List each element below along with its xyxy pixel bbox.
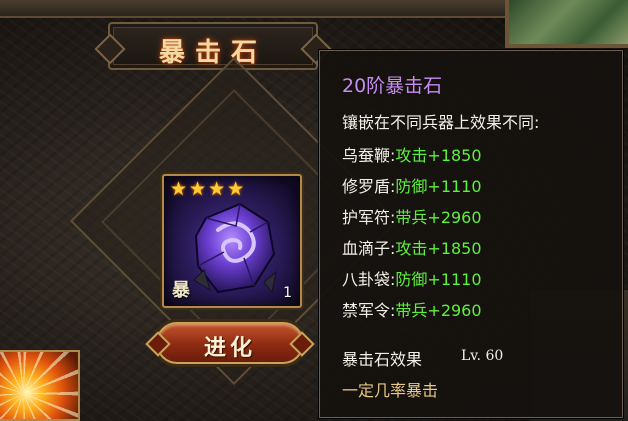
effect-row: 护军符:带兵+2960 (342, 204, 482, 227)
effect-weapon: 八卦袋 (342, 270, 391, 289)
stone-effect-label: 暴击石效果 (342, 350, 423, 369)
minimap-corner[interactable] (505, 0, 628, 48)
tooltip-title: 20阶暴击石 (342, 75, 443, 97)
effect-row: 血滴子:攻击+1850 (342, 235, 482, 258)
flame-burst-skill-icon[interactable] (0, 350, 80, 421)
effect-row: 乌蚕鞭:攻击+1850 (342, 142, 482, 165)
effect-stat: 攻击+1850 (395, 239, 482, 258)
panel-title-plaque: 暴击石 (108, 22, 318, 70)
evolve-button-label: 进化 (203, 335, 256, 361)
effect-weapon: 护军符 (342, 208, 391, 227)
effect-weapon: 血滴子 (342, 239, 391, 258)
effect-stat: 攻击+1850 (395, 146, 482, 165)
evolve-button[interactable]: 进化 (156, 322, 304, 364)
stone-effect-description: 一定几率暴击 (342, 381, 439, 400)
top-frame-border (0, 0, 505, 18)
effect-stat: 带兵+2960 (395, 208, 482, 227)
effect-weapon: 禁军令 (342, 301, 391, 320)
item-tooltip: 20阶暴击石 镶嵌在不同兵器上效果不同: 乌蚕鞭:攻击+1850 修罗盾:防御+… (319, 50, 623, 418)
effect-row: 禁军令:带兵+2960 (342, 297, 482, 320)
item-type-label: 暴 (172, 280, 190, 301)
effect-stat: 带兵+2960 (395, 301, 482, 320)
tooltip-subtitle: 镶嵌在不同兵器上效果不同: (342, 113, 540, 132)
item-count: 1 (283, 285, 292, 301)
panel-title: 暴击石 (158, 38, 267, 68)
star-icon: ★ (170, 178, 188, 200)
purple-crit-stone-icon (193, 202, 277, 294)
effect-stat: 防御+1110 (395, 177, 482, 196)
effect-weapon: 乌蚕鞭 (342, 146, 391, 165)
effect-stat: 防御+1110 (395, 270, 482, 289)
stone-level: Lv. 60 (461, 348, 504, 364)
crit-stone-item-slot[interactable]: ★ ★ ★ ★ 暴 1 (162, 174, 302, 308)
effect-row: 修罗盾:防御+1110 (342, 173, 482, 196)
effect-row: 八卦袋:防御+1110 (342, 266, 482, 289)
effect-weapon: 修罗盾 (342, 177, 391, 196)
